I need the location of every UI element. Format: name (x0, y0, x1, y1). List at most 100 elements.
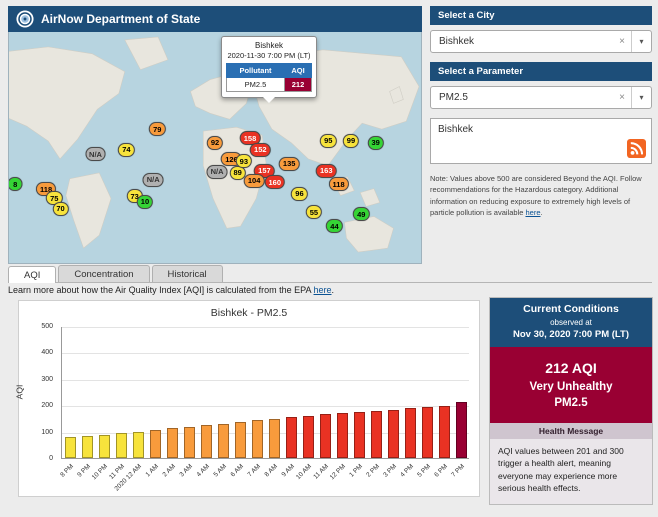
popup-table: Pollutant AQI PM2.5 212 (226, 63, 313, 92)
clear-parameter-icon[interactable]: × (613, 92, 631, 103)
chart-bar (286, 417, 297, 458)
aqi-note: Note: Values above 500 are considered Be… (430, 174, 642, 217)
aqi-map-marker[interactable]: 49 (353, 207, 370, 222)
aqi-map-marker[interactable]: 104 (243, 173, 265, 188)
popup-aqi-value: 212 (283, 77, 313, 92)
popup-city: Bishkek (254, 41, 283, 50)
chart-bar (371, 410, 382, 458)
parameter-dropdown-arrow-icon[interactable]: ▾ (631, 87, 651, 108)
chart-bar (150, 430, 161, 458)
observed-at-label: observed at (550, 318, 592, 327)
aqi-map-marker[interactable]: 135 (278, 156, 300, 171)
dos-seal-logo (16, 10, 34, 28)
aqi-map-marker[interactable]: 10 (136, 194, 154, 209)
current-conditions-header: Current Conditions observed at Nov 30, 2… (490, 298, 652, 347)
tabs: AQI Concentration Historical (8, 265, 652, 283)
chart-y-tick-label: 300 (41, 375, 53, 383)
tab-aqi[interactable]: AQI (8, 266, 57, 283)
select-parameter-header: Select a Parameter (430, 62, 652, 81)
feed-box: Bishkek (430, 118, 652, 164)
chart-bar (82, 435, 93, 458)
tab-concentration[interactable]: Concentration (58, 265, 150, 282)
aqi-map-marker[interactable]: 79 (149, 122, 166, 137)
chart-gridline (62, 327, 469, 328)
aqi-map-marker[interactable]: 44 (326, 219, 343, 234)
chart-bar (99, 434, 110, 458)
feed-city-label: Bishkek (438, 124, 474, 135)
aqi-map-marker[interactable]: 118 (328, 177, 349, 192)
chart-bar (354, 412, 365, 458)
aqi-category: Very Unhealthy (529, 381, 613, 393)
aqi-map-marker[interactable]: 160 (264, 175, 285, 190)
popup-arrow (263, 97, 275, 103)
chart-bar (167, 428, 178, 458)
city-dropdown-arrow-icon[interactable]: ▾ (631, 31, 651, 52)
chart-panel: Bishkek - PM2.5 AQI 0 100 200 300 400 500 8 P… (14, 300, 480, 497)
chart-bar (235, 421, 246, 458)
chart-y-tick-label: 100 (41, 428, 53, 436)
aqi-map-marker[interactable]: N/A (206, 164, 228, 179)
chart-y-tick-label: 0 (49, 455, 53, 462)
current-conditions-panel: Current Conditions observed at Nov 30, 2… (489, 297, 653, 506)
aqi-map-marker[interactable]: 39 (367, 135, 384, 150)
aqi-map-marker[interactable]: 152 (250, 142, 271, 157)
select-city-header: Select a City (430, 6, 652, 25)
map-panel: AirNow Department of State Bishkek 2020-… (8, 6, 422, 264)
aqi-value: 212 AQI (545, 360, 597, 376)
app-title: AirNow Department of State (41, 12, 201, 26)
chart-bar (116, 432, 127, 458)
popup-aqi-header: AQI (283, 63, 313, 78)
chart-gridline (62, 353, 469, 355)
chart-bar (439, 405, 450, 458)
aqi-summary-box: 212 AQI Very Unhealthy PM2.5 (490, 347, 652, 423)
aqi-map-marker[interactable]: 93 (235, 154, 252, 169)
aqi-map-marker[interactable]: 95 (320, 133, 337, 148)
chart-bar (252, 420, 263, 458)
chart-y-tick-label: 400 (41, 349, 53, 357)
clear-city-icon[interactable]: × (613, 36, 631, 47)
parameter-select[interactable]: PM2.5 × ▾ (430, 86, 652, 109)
chart-ylabels: 0 100 200 300 400 500 (19, 323, 57, 462)
chart-gridline (62, 379, 469, 381)
chart-bar (201, 425, 212, 458)
chart-bar (184, 426, 195, 458)
map-popup: Bishkek 2020-11-30 7:00 PM (LT) Pollutan… (221, 36, 317, 103)
aqi-map-marker[interactable]: 55 (305, 205, 323, 220)
chart-y-tick-label: 500 (41, 323, 53, 330)
popup-datetime: 2020-11-30 7:00 PM (LT) (227, 51, 311, 60)
observed-at-datetime: Nov 30, 2020 7:00 PM (LT) (513, 329, 629, 340)
aqi-map-marker[interactable]: N/A (85, 147, 106, 162)
chart-gridline (62, 406, 469, 408)
aqi-map-marker[interactable]: 70 (52, 201, 69, 216)
note-here-link[interactable]: here (525, 208, 540, 217)
health-message-title: Health Message (490, 423, 652, 439)
learn-more-text: Learn more about how the Air Quality Ind… (8, 285, 335, 295)
aqi-map-marker[interactable]: 92 (206, 135, 224, 150)
aqi-map-marker[interactable]: 8 (9, 177, 23, 192)
aqi-map-marker[interactable]: 99 (342, 133, 360, 148)
chart-y-tick-label: 200 (41, 402, 53, 410)
aqi-map-marker[interactable]: 96 (291, 186, 308, 201)
chart-bar (422, 407, 433, 458)
popup-pollutant-header: Pollutant (226, 63, 285, 78)
chart-bar (337, 413, 348, 458)
tab-historical[interactable]: Historical (151, 265, 223, 282)
aqi-map-marker[interactable]: 74 (118, 142, 135, 157)
popup-pollutant-value: PM2.5 (226, 77, 285, 92)
aqi-map-marker[interactable]: 163 (315, 163, 337, 178)
chart-bar (303, 415, 314, 458)
chart-xlabels: 8 PM 9 PM 10 PM 11 PM 2020 12 AM 1 AM 2 AM 3 AM… (59, 460, 469, 496)
map[interactable]: Bishkek 2020-11-30 7:00 PM (LT) Pollutan… (8, 32, 422, 264)
parameter-select-value: PM2.5 (439, 92, 468, 103)
city-select-value: Bishkek (439, 36, 475, 47)
aqi-map-marker[interactable]: N/A (142, 172, 164, 187)
chart-bar (65, 437, 76, 458)
city-select[interactable]: Bishkek × ▾ (430, 30, 652, 53)
chart-bar (405, 408, 416, 458)
chart-bar (388, 409, 399, 458)
learn-more-here-link[interactable]: here (314, 285, 332, 295)
chart-bar (320, 414, 331, 458)
chart-title: Bishkek - PM2.5 (210, 307, 288, 319)
rss-icon[interactable] (627, 139, 646, 158)
chart-plot (61, 327, 469, 459)
